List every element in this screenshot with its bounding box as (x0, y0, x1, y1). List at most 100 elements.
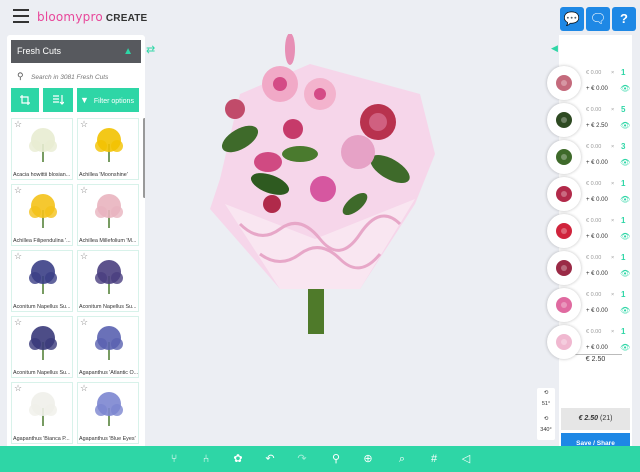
category-header[interactable]: Fresh Cuts ▲ (11, 40, 141, 63)
flower-icon[interactable]: ✿ (230, 451, 246, 467)
bouquet-item-row[interactable]: € 0.00 × 3 + € 0.00 👁 (547, 140, 632, 174)
bouquet-item-row[interactable]: € 0.00 × 5 + € 2.50 👁 (547, 103, 632, 137)
flower-card[interactable]: ☆ Aconitum Napellus Su... (11, 250, 73, 312)
collapse-right-panel-icon[interactable]: ◀ (551, 43, 558, 55)
favorite-star-icon[interactable]: ☆ (14, 317, 22, 328)
bouquet-item-row[interactable]: € 0.00 × 1 + € 0.00 👁 (547, 325, 632, 359)
rotate-x-value: 51° (541, 401, 551, 407)
quantity[interactable]: 1 (621, 179, 625, 188)
flower-card[interactable]: ☆ Acacia howittii blosian... (11, 118, 73, 180)
flower-thumbnail (29, 128, 57, 162)
visibility-eye-icon[interactable]: 👁 (620, 232, 630, 241)
summary-box: € 2.50 (21) (561, 408, 630, 430)
favorite-star-icon[interactable]: ☆ (14, 251, 22, 262)
favorite-star-icon[interactable]: ☆ (80, 185, 88, 196)
unit-price: € 0.00 (586, 144, 602, 150)
quantity[interactable]: 3 (621, 142, 625, 151)
redo-icon[interactable]: ↷ (294, 451, 310, 467)
zoom-icon[interactable]: ⌕ (394, 451, 410, 467)
flower-thumbnail (95, 326, 123, 360)
visibility-eye-icon[interactable]: 👁 (620, 269, 630, 278)
bouquet-item-row[interactable]: € 0.00 × 1 + € 0.00 👁 (547, 214, 632, 248)
rotate-y-value: 340° (540, 427, 552, 433)
quantity[interactable]: 1 (621, 68, 625, 77)
messages-icon[interactable]: 🗨 (586, 7, 610, 31)
tree-icon[interactable]: ⑂ (166, 451, 182, 467)
flower-card[interactable]: ☆ Agapanthus 'Bianca P... (11, 382, 73, 444)
rotate-y-icon[interactable]: ⟲ (537, 416, 555, 422)
item-thumbnail[interactable] (547, 325, 581, 359)
rotate-x-icon[interactable]: ⟲ (537, 390, 555, 396)
chevron-up-icon[interactable]: ▲ (123, 40, 133, 63)
flower-thumbnail (29, 260, 57, 294)
search-input[interactable] (31, 70, 139, 84)
wand-icon[interactable]: ⚲ (328, 451, 344, 467)
flower-thumbnail (29, 392, 57, 426)
flower-card[interactable]: ☆ Agapanthus 'Atlantic O... (77, 316, 139, 378)
item-thumbnail[interactable] (547, 66, 581, 100)
times-sign: × (611, 144, 615, 150)
flower-thumbnail (95, 194, 123, 228)
favorite-star-icon[interactable]: ☆ (80, 119, 88, 130)
flower-card[interactable]: ☆ Achillea Filipendulina '... (11, 184, 73, 246)
bouquet-canvas[interactable] (180, 34, 450, 339)
bouquet-contents-panel: € 2.50 € 2.50 (21) Save / Share € 0.00 × 1… (547, 35, 632, 461)
flower-name: Aconitum Napellus Su... (13, 370, 71, 376)
quantity[interactable]: 1 (621, 253, 625, 262)
unit-price: € 0.00 (586, 70, 602, 76)
swap-icon[interactable]: ⇄ (146, 43, 155, 56)
favorite-star-icon[interactable]: ☆ (80, 383, 88, 394)
flower-thumbnail (95, 260, 123, 294)
favorite-star-icon[interactable]: ☆ (14, 383, 22, 394)
undo-icon[interactable]: ↶ (262, 451, 278, 467)
favorite-star-icon[interactable]: ☆ (80, 251, 88, 262)
filter-options-label: Filter options (93, 98, 134, 105)
bouquet-item-row[interactable]: € 0.00 × 1 + € 0.00 👁 (547, 177, 632, 211)
quantity[interactable]: 5 (621, 105, 625, 114)
grid-icon[interactable]: # (426, 451, 442, 467)
item-thumbnail[interactable] (547, 103, 581, 137)
scrollbar[interactable] (143, 118, 145, 198)
favorite-star-icon[interactable]: ☆ (14, 185, 22, 196)
flower-card[interactable]: ☆ Achillea 'Moonshine' (77, 118, 139, 180)
visibility-eye-icon[interactable]: 👁 (620, 84, 630, 93)
unit-price: € 0.00 (586, 107, 602, 113)
visibility-eye-icon[interactable]: 👁 (620, 343, 630, 352)
sort-button[interactable] (43, 88, 73, 112)
flower-name: Agapanthus 'Blue Eyes' (79, 436, 136, 442)
target-icon[interactable]: ⊕ (360, 451, 376, 467)
visibility-eye-icon[interactable]: 👁 (620, 195, 630, 204)
item-thumbnail[interactable] (547, 251, 581, 285)
favorite-star-icon[interactable]: ☆ (80, 317, 88, 328)
flower-name: Agapanthus 'Atlantic O... (79, 370, 139, 376)
crop-button[interactable] (11, 88, 39, 112)
top-bar: bloomypro CREATE 💬 🗨 ? (0, 0, 640, 34)
bouquet-item-row[interactable]: € 0.00 × 1 + € 0.00 👁 (547, 251, 632, 285)
visibility-eye-icon[interactable]: 👁 (620, 306, 630, 315)
bouquet-item-row[interactable]: € 0.00 × 1 + € 0.00 👁 (547, 66, 632, 100)
flower-card[interactable]: ☆ Achillea Millefolium 'M... (77, 184, 139, 246)
bouquet-item-row[interactable]: € 0.00 × 1 + € 0.00 👁 (547, 288, 632, 322)
quantity[interactable]: 1 (621, 327, 625, 336)
visibility-eye-icon[interactable]: 👁 (620, 158, 630, 167)
hamburger-menu-icon[interactable] (13, 9, 29, 23)
item-thumbnail[interactable] (547, 214, 581, 248)
flower-card[interactable]: ☆ Aconitum Napellus Su... (77, 250, 139, 312)
help-icon[interactable]: ? (612, 7, 636, 31)
filter-options-button[interactable]: ▼ Filter options (77, 88, 139, 112)
item-thumbnail[interactable] (547, 140, 581, 174)
bottom-toolbar: ⑂ ⑃ ✿ ↶ ↷ ⚲ ⊕ ⌕ # ◁ (0, 446, 640, 472)
chat-icon[interactable]: 💬 (560, 7, 584, 31)
flower-card[interactable]: ☆ Agapanthus 'Blue Eyes' (77, 382, 139, 444)
summary-price: € 2.50 (578, 415, 599, 422)
favorite-star-icon[interactable]: ☆ (14, 119, 22, 130)
branch-icon[interactable]: ⑃ (198, 451, 214, 467)
quantity[interactable]: 1 (621, 216, 625, 225)
flower-card[interactable]: ☆ Aconitum Napellus Su... (11, 316, 73, 378)
item-thumbnail[interactable] (547, 177, 581, 211)
item-thumbnail[interactable] (547, 288, 581, 322)
quantity[interactable]: 1 (621, 290, 625, 299)
visibility-eye-icon[interactable]: 👁 (620, 121, 630, 130)
compare-icon[interactable]: ◁ (458, 451, 474, 467)
times-sign: × (611, 292, 615, 298)
